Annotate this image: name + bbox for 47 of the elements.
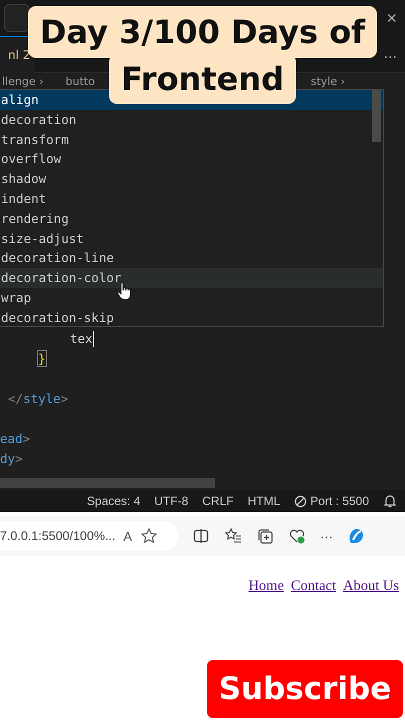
suggestion-item[interactable]: transform [0,130,383,150]
status-item[interactable]: HTML [248,494,280,508]
url-text: 7.0.0.1:5500/100%... [0,529,116,543]
suggestion-item[interactable]: decoration [0,110,383,130]
suggestion-item[interactable]: decoration-skip [0,308,383,328]
status-item[interactable]: UTF-8 [154,494,188,508]
breadcrumb[interactable]: butto [66,74,95,88]
hand-cursor-icon [117,282,131,300]
code-line: tex [70,330,93,348]
suggestion-item[interactable]: size-adjust [0,228,383,248]
status-item[interactable]: Spaces: 4 [86,494,140,508]
nav-link[interactable]: About Us [343,578,399,595]
horizontal-scrollbar[interactable] [0,478,215,488]
star-icon[interactable] [140,527,158,545]
video-title-overlay: Day 3/100 Days of [28,6,378,58]
read-aloud-button[interactable]: A [123,528,132,544]
breadcrumb[interactable]: style › [310,74,345,88]
scrollbar-thumb[interactable] [372,90,381,142]
blocked-icon [294,494,308,508]
bell-icon[interactable] [383,494,397,508]
heart-icon[interactable] [288,527,306,545]
nav-link[interactable]: Contact [290,578,336,595]
status-item[interactable]: CRLF [202,494,234,508]
breadcrumb[interactable]: llenge › [2,74,44,88]
code-line: } [38,350,46,368]
nav-link[interactable]: Home [248,578,284,595]
command-center-field[interactable] [4,4,30,32]
swirl-logo-icon[interactable] [347,527,365,545]
address-bar[interactable]: 7.0.0.1:5500/100%... A [0,521,178,551]
favorites-icon[interactable] [224,527,242,545]
collections-icon[interactable] [256,527,274,545]
split-screen-icon[interactable] [192,527,210,545]
suggestion-item[interactable]: shadow [0,169,383,189]
subscribe-button[interactable]: Subscribe [207,660,403,718]
suggestion-item[interactable]: decoration-line [0,248,383,268]
suggestion-item[interactable]: wrap [0,288,383,308]
close-button[interactable]: × [386,8,397,28]
suggestion-item[interactable]: rendering [0,208,383,229]
suggestion-item[interactable]: decoration-color [0,268,383,288]
code-line: </style> [8,390,68,408]
status-item[interactable]: Port : 5500 [310,494,369,508]
suggestion-item[interactable]: indent [0,188,383,209]
suggestion-item[interactable]: overflow [0,149,383,170]
code-line: dy> [0,450,23,468]
code-line: ead> [0,430,30,448]
more-actions-button[interactable]: ... [384,46,397,62]
more-button[interactable]: ··· [320,528,333,544]
